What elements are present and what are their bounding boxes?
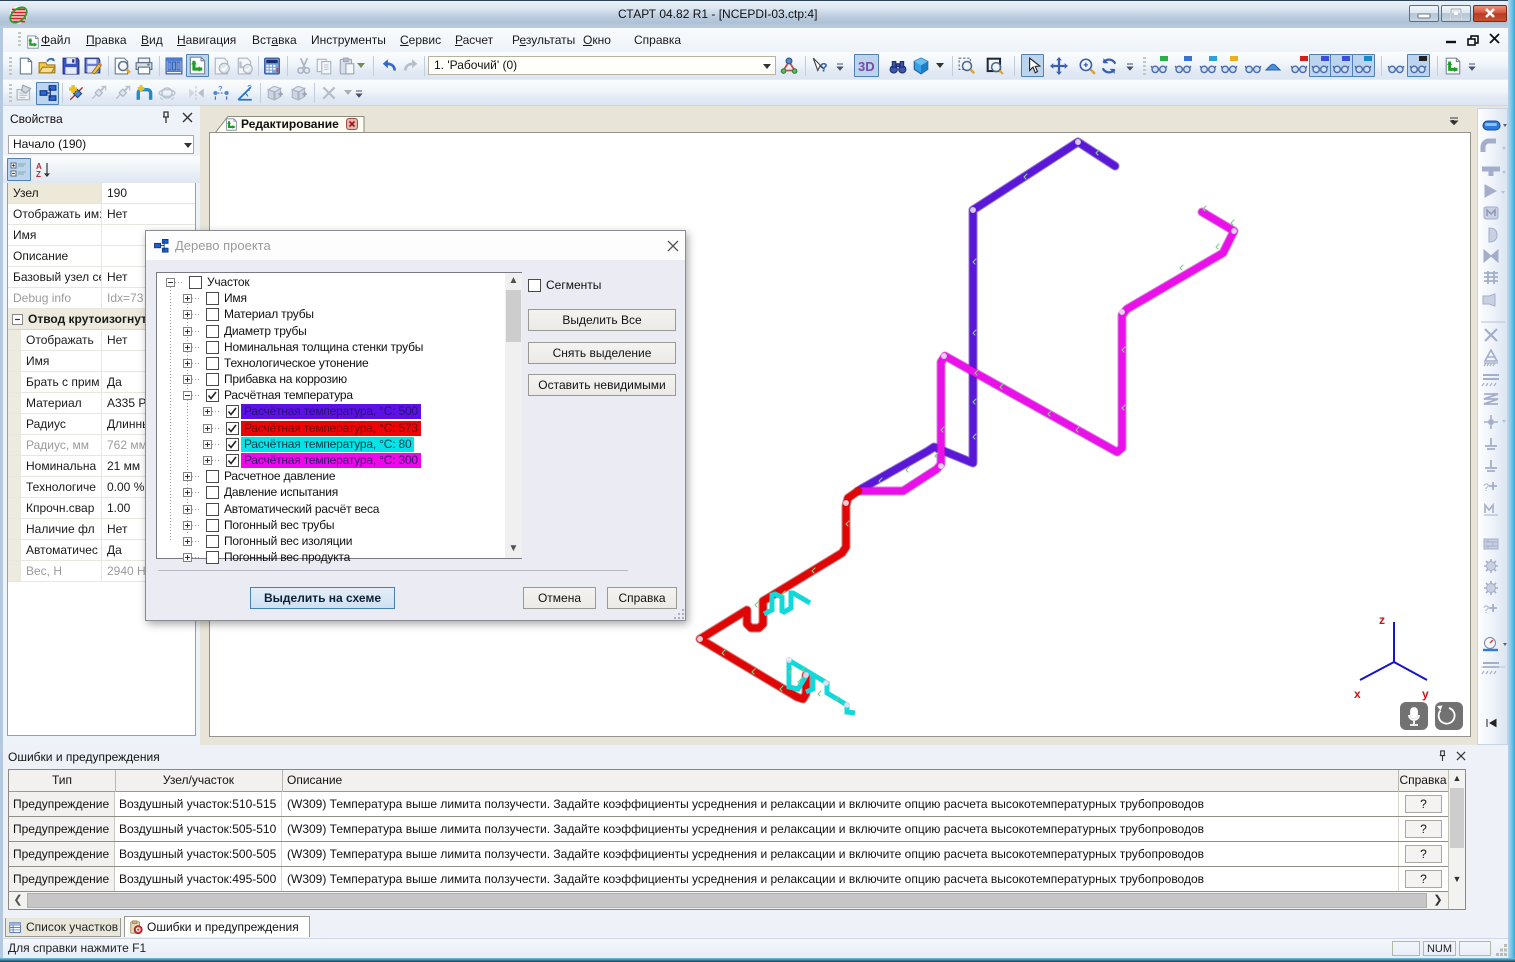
svg-text:y: y — [1422, 687, 1429, 701]
svg-text:?: ? — [1483, 482, 1489, 494]
svg-text:?: ? — [1483, 604, 1489, 616]
svg-text:z: z — [1379, 613, 1385, 627]
svg-text:x: x — [1354, 687, 1361, 701]
svg-text:Z: Z — [36, 170, 41, 178]
